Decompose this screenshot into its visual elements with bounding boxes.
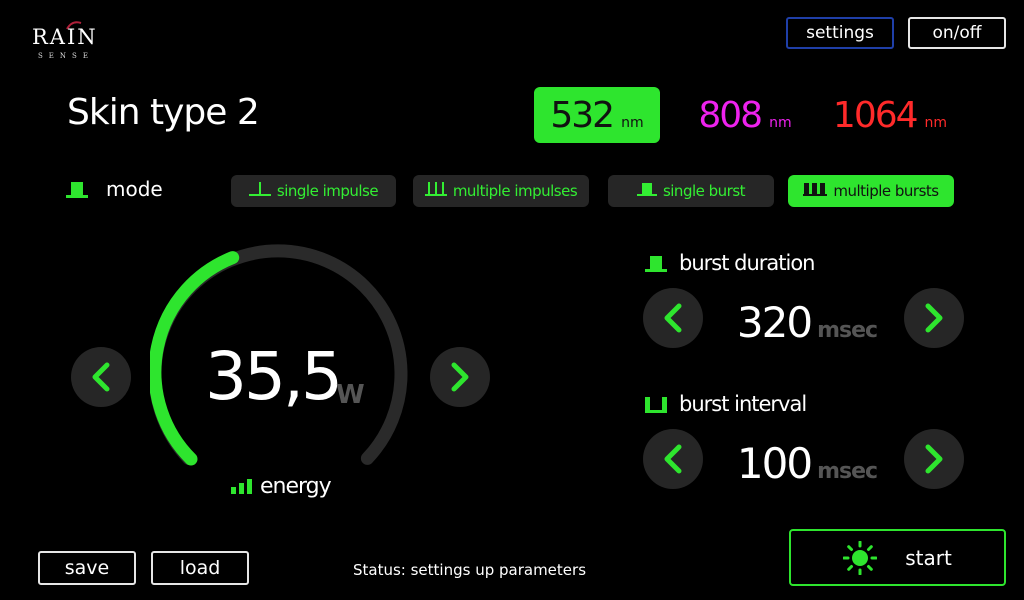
wavelength-532-button[interactable]: 532 nm: [534, 87, 660, 143]
power-decrease-button[interactable]: [71, 347, 131, 407]
status-text: Status: settings up parameters: [353, 561, 587, 579]
burst-interval-decrease-button[interactable]: [643, 429, 703, 489]
chevron-right-icon: [451, 362, 469, 392]
burst-interval-value: 100 msec: [712, 439, 902, 488]
burst-interval-icon: [645, 395, 667, 413]
burst-duration-value: 320 msec: [712, 298, 902, 347]
single-impulse-icon: [248, 181, 271, 201]
wavelength-unit: nm: [924, 115, 948, 131]
power-value: 35,5: [205, 338, 343, 415]
chevron-right-icon: [925, 303, 943, 333]
wavelength-unit: nm: [621, 115, 644, 131]
save-button[interactable]: save: [38, 551, 136, 585]
mode-option-label: multiple impulses: [452, 182, 578, 200]
start-label: start: [905, 545, 952, 570]
wavelength-value: 1064: [832, 94, 919, 136]
chevron-right-icon: [925, 444, 943, 474]
burst-duration-increase-button[interactable]: [904, 288, 964, 348]
multiple-impulses-icon: [424, 181, 447, 201]
burst-duration-label: burst duration: [645, 250, 815, 276]
burst-duration-unit: msec: [817, 318, 878, 343]
single-burst-icon: [66, 180, 88, 198]
burst-interval-label: burst interval: [645, 391, 807, 417]
wavelength-808-button[interactable]: 808 nm: [690, 87, 800, 143]
burst-duration-label-text: burst duration: [679, 251, 815, 275]
single-burst-icon: [636, 181, 657, 201]
mode-multiple-bursts-button[interactable]: multiple bursts: [788, 175, 954, 207]
mode-single-burst-button[interactable]: single burst: [608, 175, 774, 207]
burst-duration-number: 320: [736, 298, 813, 347]
burst-interval-number: 100: [736, 439, 813, 488]
signal-bars-icon: [231, 478, 252, 494]
start-button[interactable]: start: [789, 529, 1006, 586]
multiple-bursts-icon: [803, 181, 828, 201]
settings-button[interactable]: settings: [786, 17, 894, 49]
wavelength-value: 808: [698, 94, 763, 136]
power-unit: W: [336, 380, 365, 410]
chevron-left-icon: [664, 303, 682, 333]
chevron-left-icon: [92, 362, 110, 392]
mode-multiple-impulses-button[interactable]: multiple impulses: [413, 175, 589, 207]
mode-option-label: single impulse: [276, 182, 379, 200]
single-burst-icon: [645, 254, 667, 272]
page-title: Skin type 2: [67, 92, 260, 133]
rainsense-logo: RAIN SENSE: [32, 20, 108, 66]
on-off-button[interactable]: on/off: [908, 17, 1006, 49]
sun-icon: [843, 540, 878, 575]
burst-interval-increase-button[interactable]: [904, 429, 964, 489]
logo-wordmark: RAIN: [32, 25, 98, 49]
load-button[interactable]: load: [151, 551, 249, 585]
mode-label: mode: [66, 176, 163, 202]
energy-label: energy: [231, 472, 332, 500]
burst-interval-unit: msec: [817, 459, 878, 484]
energy-label-text: energy: [260, 473, 332, 499]
mode-option-label: multiple bursts: [833, 182, 939, 200]
mode-option-label: single burst: [662, 182, 746, 200]
burst-duration-decrease-button[interactable]: [643, 288, 703, 348]
chevron-left-icon: [664, 444, 682, 474]
wavelength-unit: nm: [769, 115, 792, 131]
burst-interval-label-text: burst interval: [679, 392, 807, 416]
wavelength-1064-button[interactable]: 1064 nm: [830, 87, 950, 143]
power-increase-button[interactable]: [430, 347, 490, 407]
logo-subtitle: SENSE: [38, 52, 94, 60]
mode-single-impulse-button[interactable]: single impulse: [231, 175, 396, 207]
mode-label-text: mode: [106, 177, 163, 201]
wavelength-value: 532: [550, 94, 615, 136]
